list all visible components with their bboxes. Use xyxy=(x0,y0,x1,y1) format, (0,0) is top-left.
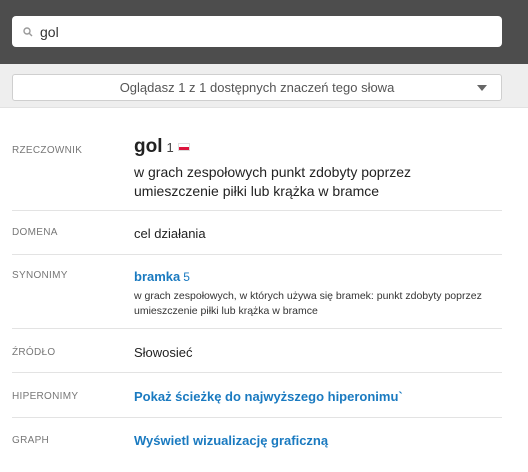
synonyms-label: SYNONIMY xyxy=(12,270,68,281)
synonym-definition: w grach zespołowych, w których używa się… xyxy=(134,290,482,317)
definition: w grach zespołowych punkt zdobyty poprze… xyxy=(134,164,412,199)
hypernym-path-link[interactable]: Pokaż ścieżkę do najwyższego hiperonimu` xyxy=(134,389,403,404)
graph-label: GRAPH xyxy=(12,435,50,446)
top-bar xyxy=(0,0,528,64)
source-label: ŹRÓDŁO xyxy=(12,347,56,358)
source-value: Słowosieć xyxy=(134,345,193,360)
meaning-select[interactable]: Oglądasz 1 z 1 dostępnych znaczeń tego s… xyxy=(12,74,502,101)
search-icon xyxy=(22,26,34,38)
divider xyxy=(12,417,502,418)
divider xyxy=(12,254,502,255)
domain-label: DOMENA xyxy=(12,227,58,238)
divider xyxy=(12,328,502,329)
word: gol xyxy=(134,136,163,157)
chevron-down-icon[interactable] xyxy=(477,85,487,91)
hypernyms-label: HIPERONIMY xyxy=(12,391,79,402)
meaning-bar: Oglądasz 1 z 1 dostępnych znaczeń tego s… xyxy=(0,64,528,108)
synonym-sense-number: 5 xyxy=(183,270,190,284)
domain-value: cel działania xyxy=(134,226,206,241)
pos-label: RZECZOWNIK xyxy=(12,145,83,156)
synonym-item[interactable]: bramka 5 xyxy=(134,269,190,284)
search-input[interactable] xyxy=(40,23,480,40)
meaning-select-label: Oglądasz 1 z 1 dostępnych znaczeń tego s… xyxy=(119,80,395,95)
headword: gol 1 xyxy=(134,136,190,158)
divider xyxy=(12,372,502,373)
synonym-link[interactable]: bramka xyxy=(134,269,180,284)
polish-flag-icon xyxy=(177,143,190,151)
sense-number: 1 xyxy=(166,140,174,155)
search-box[interactable] xyxy=(12,16,502,47)
divider xyxy=(12,210,502,211)
graph-visualization-link[interactable]: Wyświetl wizualizację graficzną xyxy=(134,433,328,448)
